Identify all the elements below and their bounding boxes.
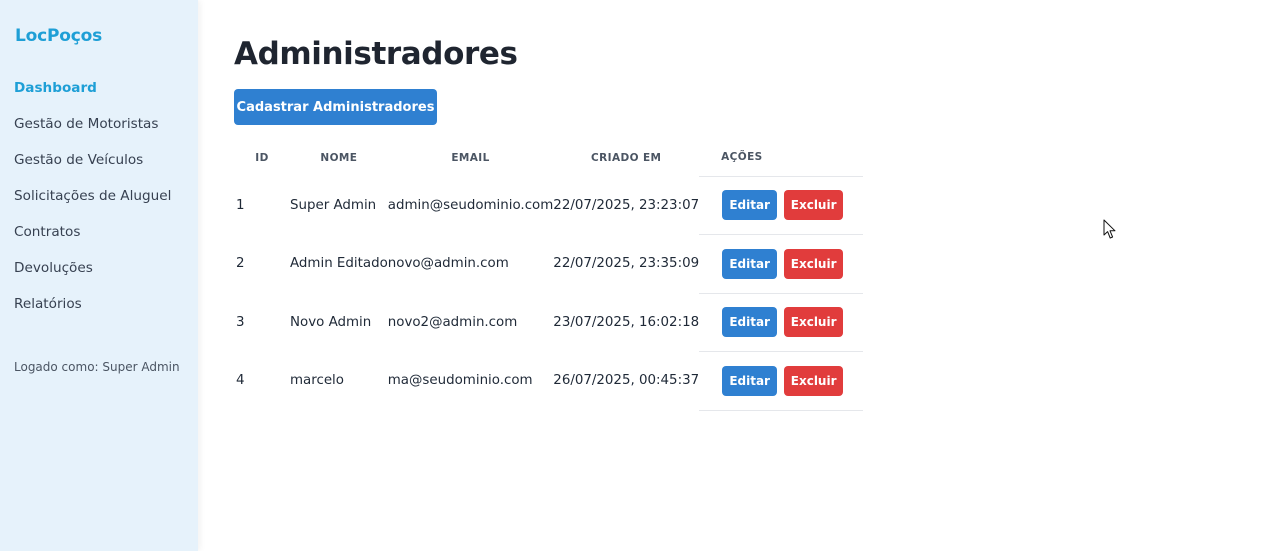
cell-criado-em: 22/07/2025, 23:35:09: [553, 256, 700, 272]
admins-table: ID NOME EMAIL CRIADO EM AÇÕES 1 Super Ad…: [234, 139, 864, 411]
column-header-acoes: AÇÕES: [699, 139, 864, 177]
cell-id: 4: [236, 373, 245, 389]
column-header-criado-em: CRIADO EM: [591, 151, 662, 164]
sidebar-item-dashboard[interactable]: Dashboard: [14, 78, 171, 114]
cell-acoes: Editar Excluir: [699, 234, 864, 294]
cell-id: 1: [236, 197, 245, 213]
brand-logo[interactable]: LocPoços: [15, 26, 102, 46]
sidebar-item-devolucoes[interactable]: Devoluções: [14, 258, 171, 294]
table-row: 4 marcelo ma@seudominio.com 26/07/2025, …: [234, 351, 864, 411]
cell-id: 3: [236, 314, 245, 330]
table-row: 1 Super Admin admin@seudominio.com 22/07…: [234, 176, 864, 235]
sidebar-nav: Dashboard Gestão de Motoristas Gestão de…: [14, 78, 171, 330]
cell-criado-em: 22/07/2025, 23:23:07: [553, 197, 700, 213]
cell-nome: Admin Editado: [290, 256, 388, 272]
edit-button[interactable]: Editar: [722, 248, 778, 279]
cell-nome: marcelo: [290, 373, 344, 389]
sidebar: LocPoços Dashboard Gestão de Motoristas …: [0, 0, 198, 551]
sidebar-item-contratos[interactable]: Contratos: [14, 222, 171, 258]
table-header-row: ID NOME EMAIL CRIADO EM AÇÕES: [234, 139, 864, 177]
table-row: 3 Novo Admin novo2@admin.com 23/07/2025,…: [234, 293, 864, 352]
sidebar-item-gestao-veiculos[interactable]: Gestão de Veículos: [14, 150, 171, 186]
mouse-pointer-icon: [1103, 219, 1116, 239]
delete-button[interactable]: Excluir: [784, 248, 844, 279]
cell-acoes: Editar Excluir: [699, 293, 864, 352]
column-header-id: ID: [255, 151, 269, 164]
sidebar-item-relatorios[interactable]: Relatórios: [14, 294, 171, 330]
cell-id: 2: [236, 256, 245, 272]
cell-email: novo2@admin.com: [387, 314, 518, 330]
edit-button[interactable]: Editar: [722, 190, 778, 221]
delete-button[interactable]: Excluir: [784, 365, 844, 396]
cell-nome: Novo Admin: [290, 314, 372, 330]
logged-user-text: Logado como: Super Admin: [14, 360, 180, 374]
cell-email: novo@admin.com: [387, 256, 509, 272]
cell-email: admin@seudominio.com: [387, 197, 554, 213]
cell-criado-em: 26/07/2025, 00:45:37: [553, 373, 700, 389]
cell-criado-em: 23/07/2025, 16:02:18: [553, 314, 700, 330]
cell-nome: Super Admin: [290, 197, 377, 213]
page-title: Administradores: [234, 36, 518, 72]
delete-button[interactable]: Excluir: [784, 307, 844, 338]
column-header-nome: NOME: [320, 151, 358, 164]
create-admin-button[interactable]: Cadastrar Administradores: [234, 89, 437, 125]
sidebar-item-solicitacoes-aluguel[interactable]: Solicitações de Aluguel: [14, 186, 171, 222]
sidebar-item-gestao-motoristas[interactable]: Gestão de Motoristas: [14, 114, 171, 150]
column-header-email: EMAIL: [451, 151, 490, 164]
table-row: 2 Admin Editado novo@admin.com 22/07/202…: [234, 234, 864, 294]
delete-button[interactable]: Excluir: [784, 190, 844, 221]
cell-email: ma@seudominio.com: [387, 373, 533, 389]
app-root: LocPoços Dashboard Gestão de Motoristas …: [0, 0, 1280, 551]
edit-button[interactable]: Editar: [722, 307, 778, 338]
cell-acoes: Editar Excluir: [699, 176, 864, 235]
cell-acoes: Editar Excluir: [699, 351, 864, 411]
edit-button[interactable]: Editar: [722, 365, 778, 396]
